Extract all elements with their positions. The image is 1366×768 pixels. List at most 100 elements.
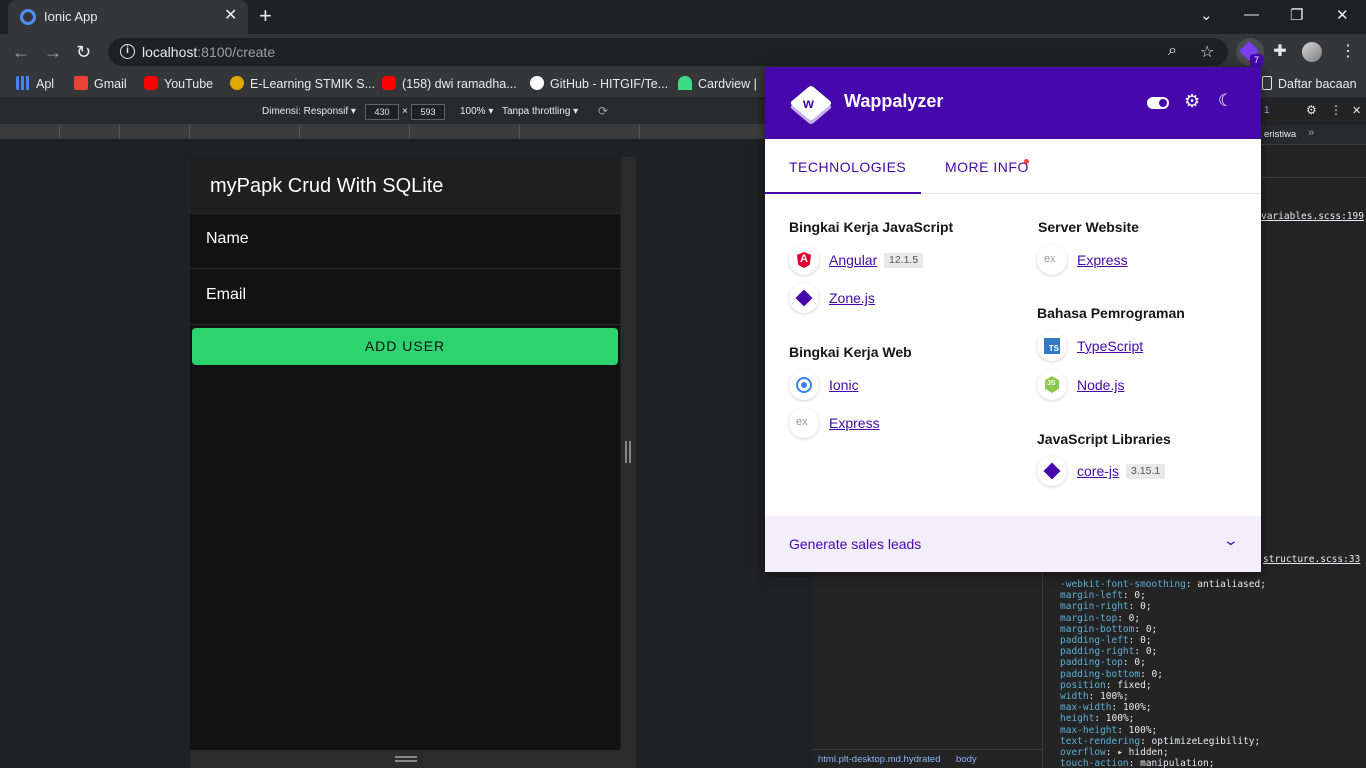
css-declaration[interactable]: text-rendering: optimizeLegibility;	[1060, 736, 1266, 747]
tab-more-info[interactable]: MORE INFO	[945, 159, 1029, 175]
ruler-segment[interactable]	[640, 125, 770, 139]
sales-leads-panel[interactable]: Generate sales leads ⌄	[765, 516, 1261, 572]
minimize-icon[interactable]: —	[1244, 6, 1259, 23]
bookmark-item[interactable]: YouTube	[144, 76, 213, 91]
rotate-icon[interactable]: ⟳	[598, 104, 608, 118]
tech-link[interactable]: Express	[829, 415, 880, 431]
tech-link[interactable]: Node.js	[1077, 377, 1124, 393]
ionic-icon	[796, 377, 812, 393]
tech-link[interactable]: TypeScript	[1077, 338, 1143, 354]
bookmark-star-icon[interactable]: ☆	[1200, 42, 1214, 62]
address-bar[interactable]: i localhost:8100/create ⌕ ☆	[108, 38, 1228, 66]
wappalyzer-tabs: TECHNOLOGIES MORE INFO	[765, 139, 1261, 194]
more-tabs-icon[interactable]: »	[1308, 127, 1314, 139]
css-declaration[interactable]: touch-action: manipulation;	[1060, 758, 1266, 768]
breadcrumb-body[interactable]: body	[956, 754, 977, 765]
divider	[190, 324, 620, 325]
devtools-topbar: 1 ⚙ ⋮ ✕	[1260, 103, 1366, 121]
source-link[interactable]: structure.scss:33	[1263, 554, 1360, 565]
bookmark-item[interactable]: (158) dwi ramadha...	[382, 76, 517, 91]
css-declaration[interactable]: margin-left: 0;	[1060, 590, 1266, 601]
css-declaration[interactable]: overflow: ▸ hidden;	[1060, 747, 1266, 758]
enable-toggle[interactable]	[1147, 97, 1169, 109]
css-declaration[interactable]: -webkit-font-smoothing: antialiased;	[1060, 579, 1266, 590]
tech-link[interactable]: Angular	[829, 252, 877, 268]
zonejs-icon	[795, 289, 813, 307]
tech-link[interactable]: Ionic	[829, 377, 859, 393]
css-declaration[interactable]: padding-top: 0;	[1060, 657, 1266, 668]
bookmark-item[interactable]: Gmail	[74, 76, 127, 91]
site-info-icon[interactable]: i	[120, 44, 135, 59]
height-input[interactable]: 593	[411, 104, 445, 120]
browser-toolbar: ← → ↻ i localhost:8100/create ⌕ ☆ 7 ✚	[0, 34, 1366, 70]
wappalyzer-header: w Wappalyzer ⚙ ☾	[765, 67, 1261, 139]
ruler-segment[interactable]	[410, 125, 520, 139]
vertical-resize-handle[interactable]	[395, 756, 417, 762]
add-user-button[interactable]: ADD USER	[192, 328, 618, 365]
email-field[interactable]: Email	[206, 286, 246, 304]
browser-tab[interactable]: Ionic App ✕	[8, 0, 248, 34]
bookmark-item[interactable]: Cardview |	[678, 76, 757, 91]
horizontal-resize-handle[interactable]	[625, 441, 631, 463]
chevron-down-icon[interactable]: ⌄	[1223, 532, 1239, 549]
devtools-settings-icon[interactable]: ⚙	[1306, 103, 1317, 117]
tech-link[interactable]: Zone.js	[829, 290, 875, 306]
css-declaration[interactable]: margin-bottom: 0;	[1060, 624, 1266, 635]
restore-icon[interactable]: ❐	[1290, 6, 1303, 24]
bookmark-item[interactable]: GitHub - HITGIF/Te...	[530, 76, 668, 91]
forward-arrow-icon[interactable]: →	[44, 40, 62, 64]
express-icon: ex	[796, 416, 808, 428]
issues-counter[interactable]: 1	[1264, 105, 1270, 116]
css-declaration[interactable]: margin-right: 0;	[1060, 601, 1266, 612]
devtools-close-icon[interactable]: ✕	[1352, 104, 1361, 117]
ruler-segment[interactable]	[120, 125, 190, 139]
reading-list-button[interactable]: Daftar bacaan	[1262, 76, 1357, 91]
reading-list-icon	[1262, 76, 1272, 90]
css-declaration[interactable]: position: fixed;	[1060, 680, 1266, 691]
extensions-puzzle-icon[interactable]: ✚	[1266, 38, 1294, 66]
css-declaration[interactable]: padding-left: 0;	[1060, 635, 1266, 646]
wappalyzer-extension-button[interactable]: 7	[1236, 38, 1264, 67]
ruler-segment[interactable]	[190, 125, 300, 139]
browser-menu-icon[interactable]: ⋮	[1340, 41, 1356, 61]
css-declaration[interactable]: margin-top: 0;	[1060, 613, 1266, 624]
css-declaration[interactable]: max-height: 100%;	[1060, 725, 1266, 736]
dimension-select[interactable]: Dimensi: Responsif ▾	[262, 106, 356, 117]
new-tab-button[interactable]: +	[259, 3, 272, 29]
ruler-segment[interactable]	[300, 125, 410, 139]
android-icon	[678, 76, 692, 90]
css-declaration[interactable]: height: 100%;	[1060, 713, 1266, 724]
devtools-menu-icon[interactable]: ⋮	[1330, 103, 1342, 117]
breadcrumb-html[interactable]: html.plt-desktop.md.hydrated	[818, 754, 941, 765]
close-window-icon[interactable]: ✕	[1336, 6, 1349, 24]
css-declaration[interactable]: padding-right: 0;	[1060, 646, 1266, 657]
ruler-segment[interactable]	[0, 125, 60, 139]
tab-search-icon[interactable]: ⌄	[1200, 6, 1213, 24]
bookmark-item[interactable]: Apl	[16, 76, 54, 91]
tab-strip: Ionic App ✕ + ⌄ — ❐ ✕	[0, 0, 1366, 34]
event-listeners-tab[interactable]: eristiwa	[1264, 129, 1296, 140]
css-declaration[interactable]: max-width: 100%;	[1060, 702, 1266, 713]
zoom-icon[interactable]: ⌕	[1168, 42, 1177, 60]
back-arrow-icon[interactable]: ←	[12, 40, 30, 64]
tech-link[interactable]: Express	[1077, 252, 1128, 268]
tab-close-icon[interactable]: ✕	[224, 7, 237, 25]
tab-technologies[interactable]: TECHNOLOGIES	[789, 159, 906, 175]
css-declaration[interactable]: width: 100%;	[1060, 691, 1266, 702]
tech-link[interactable]: core-js	[1077, 463, 1119, 479]
zoom-select[interactable]: 100% ▾	[460, 106, 493, 117]
css-declaration[interactable]: padding-bottom: 0;	[1060, 669, 1266, 680]
ruler-segment[interactable]	[60, 125, 120, 139]
profile-avatar[interactable]	[1302, 42, 1322, 62]
reload-icon[interactable]: ↻	[76, 40, 91, 64]
nodejs-icon	[1045, 376, 1059, 393]
source-link[interactable]: variables.scss:199	[1261, 211, 1364, 222]
moon-icon[interactable]: ☾	[1218, 91, 1233, 111]
name-field[interactable]: Name	[206, 230, 249, 248]
throttle-select[interactable]: Tanpa throttling ▾	[502, 106, 578, 117]
width-input[interactable]: 430	[365, 104, 399, 120]
category-title: Bahasa Pemrograman	[1037, 305, 1185, 321]
bookmark-item[interactable]: E-Learning STMIK S...	[230, 76, 375, 91]
ruler-segment[interactable]	[520, 125, 640, 139]
gear-icon[interactable]: ⚙	[1184, 91, 1200, 112]
